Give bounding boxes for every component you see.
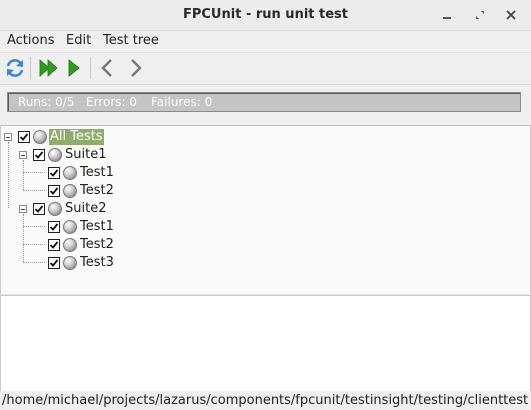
refresh-icon <box>6 59 24 77</box>
tree-connector <box>8 142 9 208</box>
progress-bar: Runs: 0/5 Errors: 0 Failures: 0 <box>7 92 521 112</box>
check-icon <box>34 205 44 213</box>
check-icon <box>19 133 29 141</box>
tree-connector <box>23 160 24 190</box>
checkbox[interactable] <box>33 149 45 161</box>
collapse-toggle[interactable] <box>19 205 27 213</box>
title-bar: FPCUnit - run unit test <box>0 0 531 31</box>
status-ball-icon <box>33 130 47 144</box>
tree-node-test[interactable]: Test2 <box>48 236 115 254</box>
run-icon <box>68 59 80 77</box>
check-icon <box>49 169 59 177</box>
minimize-icon <box>443 17 451 19</box>
run-all-button[interactable] <box>37 56 61 80</box>
menu-bar: Actions Edit Test tree <box>0 31 531 51</box>
run-button[interactable] <box>62 56 86 80</box>
maximize-button[interactable] <box>471 6 489 24</box>
toolbar <box>0 52 531 85</box>
checkbox[interactable] <box>48 185 60 197</box>
status-ball-icon <box>63 256 77 270</box>
restore-icon <box>476 11 484 19</box>
checkbox[interactable] <box>33 203 45 215</box>
menu-edit[interactable]: Edit <box>66 31 91 51</box>
checkbox[interactable] <box>48 239 60 251</box>
test-tree[interactable]: All Tests Suite1 Test1 Test2 Suite2 Test… <box>0 125 531 296</box>
tree-node-label: All Tests <box>49 129 104 145</box>
check-icon <box>34 151 44 159</box>
status-bar: /home/michael/projects/lazarus/component… <box>0 391 531 410</box>
checkbox[interactable] <box>18 131 30 143</box>
menu-test-tree[interactable]: Test tree <box>103 31 159 51</box>
tree-connector <box>23 214 24 262</box>
tree-node-suite[interactable]: Suite1 <box>33 146 107 164</box>
tree-node-test[interactable]: Test1 <box>48 164 115 182</box>
back-icon <box>101 59 112 77</box>
tree-connector <box>23 190 45 191</box>
tree-node-test[interactable]: Test3 <box>48 254 115 272</box>
toolbar-separator <box>30 57 31 79</box>
tree-node-label: Test2 <box>80 237 114 252</box>
tree-node-test[interactable]: Test2 <box>48 182 115 200</box>
checkbox[interactable] <box>48 167 60 179</box>
output-panel[interactable] <box>0 295 531 392</box>
refresh-button[interactable] <box>3 56 27 80</box>
checkbox[interactable] <box>48 257 60 269</box>
forward-button[interactable] <box>123 56 147 80</box>
collapse-toggle[interactable] <box>19 151 27 159</box>
tree-node-label: Test1 <box>80 165 114 180</box>
status-ball-icon <box>48 148 62 162</box>
tree-connector <box>23 172 45 173</box>
tree-node-label: Suite2 <box>65 201 107 216</box>
errors-count: Errors: 0 <box>86 95 137 109</box>
minimize-button[interactable] <box>438 6 456 24</box>
failures-count: Failures: 0 <box>151 95 213 109</box>
collapse-toggle[interactable] <box>4 133 12 141</box>
back-button[interactable] <box>96 56 120 80</box>
toolbar-separator <box>90 57 91 79</box>
tree-connector <box>23 244 45 245</box>
results-strip: Runs: 0/5 Errors: 0 Failures: 0 <box>0 86 531 122</box>
tree-node-label: Suite1 <box>65 147 107 162</box>
run-all-icon <box>39 59 58 77</box>
tree-node-label: Test2 <box>80 183 114 198</box>
status-ball-icon <box>63 220 77 234</box>
check-icon <box>49 187 59 195</box>
check-icon <box>49 259 59 267</box>
tree-node-test[interactable]: Test1 <box>48 218 115 236</box>
status-ball-icon <box>63 184 77 198</box>
checkbox[interactable] <box>48 221 60 233</box>
tree-node-suite[interactable]: Suite2 <box>33 200 107 218</box>
close-icon <box>506 10 516 20</box>
status-ball-icon <box>63 238 77 252</box>
tree-connector <box>23 262 45 263</box>
project-path: /home/michael/projects/lazarus/component… <box>2 393 529 408</box>
status-ball-icon <box>48 202 62 216</box>
menu-actions[interactable]: Actions <box>7 31 55 51</box>
tree-node-label: Test3 <box>80 255 114 270</box>
status-ball-icon <box>63 166 77 180</box>
close-button[interactable] <box>502 6 520 24</box>
tree-connector <box>23 226 45 227</box>
tree-node-all-tests[interactable]: All Tests <box>18 128 104 146</box>
check-icon <box>49 223 59 231</box>
forward-icon <box>131 59 142 77</box>
runs-count: Runs: 0/5 <box>18 95 75 109</box>
tree-node-label: Test1 <box>80 219 114 234</box>
check-icon <box>49 241 59 249</box>
